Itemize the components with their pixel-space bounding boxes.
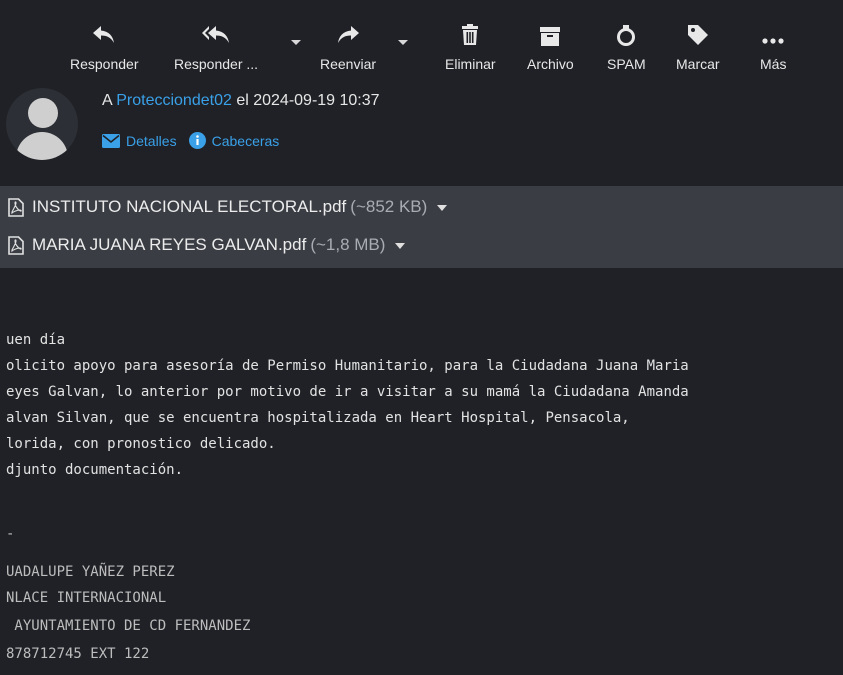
- pdf-icon: [8, 197, 24, 217]
- forward-button[interactable]: Reenviar: [320, 18, 376, 72]
- avatar: [6, 88, 78, 160]
- avatar-body: [16, 132, 68, 160]
- body-line: eyes Galvan, lo anterior por motivo de i…: [6, 384, 689, 400]
- more-icon: [762, 18, 784, 46]
- message-header: A Protecciondet02 el 2024-09-19 10:37 De…: [0, 86, 843, 186]
- reply-label: Responder: [70, 56, 139, 72]
- pdf-icon: [8, 235, 24, 255]
- header-links: Detalles Cabeceras: [102, 132, 291, 149]
- message-toolbar: Responder Responder ... Reenviar Elimina…: [0, 0, 843, 86]
- more-button[interactable]: Más: [760, 18, 786, 72]
- signature-line: NLACE INTERNACIONAL: [6, 590, 167, 606]
- reply-button[interactable]: Responder: [70, 18, 139, 72]
- forward-label: Reenviar: [320, 56, 377, 72]
- signature-line: 878712745 EXT 122: [6, 646, 150, 662]
- mark-label: Marcar: [676, 56, 720, 72]
- archive-icon: [539, 18, 561, 46]
- headers-link[interactable]: Cabeceras: [188, 132, 280, 149]
- attachment-list: INSTITUTO NACIONAL ELECTORAL.pdf (~852 K…: [0, 186, 843, 268]
- headers-label: Cabeceras: [211, 132, 280, 149]
- spam-icon: [616, 18, 636, 46]
- attachment-name: INSTITUTO NACIONAL ELECTORAL.pdf: [32, 197, 347, 216]
- reply-icon: [92, 18, 116, 46]
- delete-label: Eliminar: [445, 56, 496, 72]
- body-line: uen día: [6, 332, 66, 348]
- attachment-size: (~1,8 MB): [310, 235, 386, 254]
- archive-label: Archivo: [527, 56, 574, 72]
- tag-icon: [687, 18, 709, 46]
- delete-button[interactable]: Eliminar: [445, 18, 496, 72]
- archive-button[interactable]: Archivo: [527, 18, 574, 72]
- spam-button[interactable]: SPAM: [607, 18, 646, 72]
- body-line: olicito apoyo para asesoría de Permiso H…: [6, 358, 689, 374]
- signature-separator: -: [6, 526, 15, 542]
- info-icon: [188, 132, 206, 149]
- signature-line: AYUNTAMIENTO DE CD FERNANDEZ: [6, 618, 251, 634]
- envelope-icon: [102, 133, 120, 148]
- reply-all-button[interactable]: Responder ...: [174, 18, 258, 72]
- body-line: alvan Silvan, que se encuentra hospitali…: [6, 410, 630, 426]
- trash-icon: [461, 18, 479, 46]
- avatar-head: [28, 98, 58, 128]
- attachment-item[interactable]: INSTITUTO NACIONAL ELECTORAL.pdf (~852 K…: [8, 192, 448, 222]
- details-link[interactable]: Detalles: [102, 133, 177, 149]
- forward-icon: [336, 18, 360, 46]
- body-line: lorida, con pronostico delicado.: [6, 436, 276, 452]
- reply-all-label: Responder ...: [174, 56, 259, 72]
- message-date: el 2024-09-19 10:37: [231, 92, 380, 109]
- spam-label: SPAM: [607, 56, 646, 72]
- details-label: Detalles: [126, 132, 177, 149]
- attachment-item[interactable]: MARIA JUANA REYES GALVAN.pdf (~1,8 MB): [8, 230, 406, 260]
- more-label: Más: [760, 56, 787, 72]
- recipient-line: A Protecciondet02 el 2024-09-19 10:37: [102, 92, 380, 110]
- attachment-name: MARIA JUANA REYES GALVAN.pdf: [32, 235, 307, 254]
- signature-line: UADALUPE YAÑEZ PEREZ: [6, 564, 175, 580]
- reply-all-dropdown[interactable]: [291, 40, 301, 45]
- reply-all-icon: [201, 18, 231, 46]
- attachment-size: (~852 KB): [350, 197, 428, 216]
- chevron-down-icon[interactable]: [395, 243, 406, 249]
- mark-button[interactable]: Marcar: [676, 18, 720, 72]
- chevron-down-icon[interactable]: [437, 205, 448, 211]
- forward-dropdown[interactable]: [398, 40, 408, 45]
- recipient-link[interactable]: Protecciondet02: [116, 92, 232, 109]
- body-line: djunto documentación.: [6, 462, 184, 478]
- to-prefix: A: [102, 92, 117, 109]
